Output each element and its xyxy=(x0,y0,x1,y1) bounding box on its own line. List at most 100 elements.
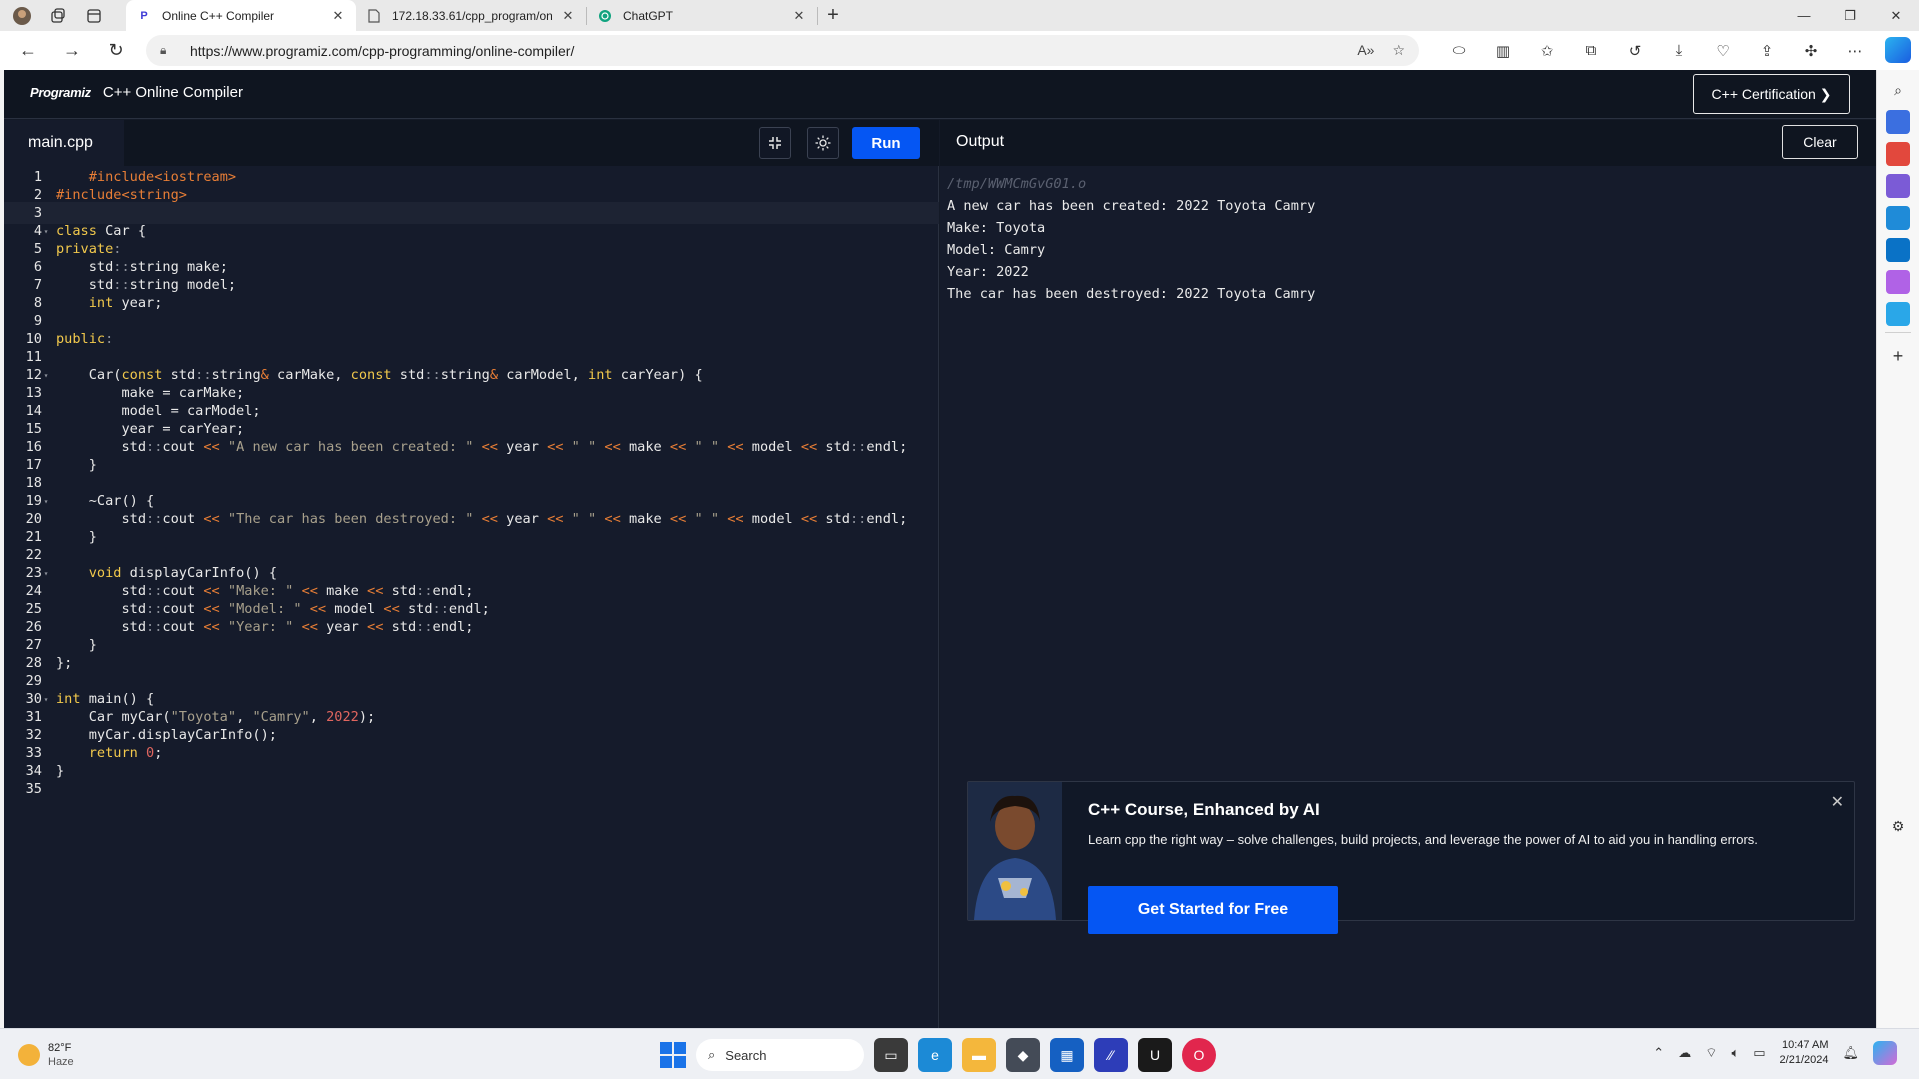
address-bar[interactable]: 🔒︎ https://www.programiz.com/cpp-program… xyxy=(146,35,1419,66)
output-console[interactable]: /tmp/WWMCmGvG01.o A new car has been cre… xyxy=(947,173,1315,305)
run-button[interactable]: Run xyxy=(852,127,920,159)
code-text[interactable]: ~Car() { xyxy=(50,493,154,509)
edge-browser-icon[interactable]: e xyxy=(918,1038,952,1072)
code-text[interactable]: std::cout << "Make: " << make << std::en… xyxy=(50,583,473,599)
code-text[interactable]: int main() { xyxy=(50,691,154,707)
sidebar-settings-gear-icon[interactable]: ⚙ xyxy=(1886,814,1910,838)
sidebar-search-icon[interactable]: ⌕ xyxy=(1886,78,1910,102)
copilot-icon[interactable] xyxy=(1885,37,1911,63)
extensions-puzzle-icon[interactable]: ✣ xyxy=(1789,33,1833,69)
code-text[interactable]: std::cout << "Model: " << model << std::… xyxy=(50,601,489,617)
wifi-icon[interactable]: ⌔ xyxy=(1705,1045,1717,1061)
code-text[interactable]: model = carModel; xyxy=(50,403,260,419)
copilot-taskbar-icon[interactable] xyxy=(1873,1041,1897,1065)
code-text[interactable]: std::cout << "A new car has been created… xyxy=(50,439,907,455)
sidebar-games-icon[interactable] xyxy=(1886,174,1910,198)
app-u-icon[interactable]: U xyxy=(1138,1038,1172,1072)
code-text[interactable]: } xyxy=(50,763,64,779)
visual-studio-icon[interactable]: ⁄⁄ xyxy=(1094,1038,1128,1072)
forward-icon[interactable]: → xyxy=(50,33,94,69)
fold-toggle-icon[interactable]: ▾ xyxy=(42,569,50,578)
collections-icon[interactable]: ⧉ xyxy=(1569,33,1613,69)
refresh-icon[interactable]: ↻ xyxy=(94,33,138,69)
lock-icon[interactable]: 🔒︎ xyxy=(160,43,190,58)
code-text[interactable]: #include<iostream> xyxy=(50,169,236,185)
code-line[interactable]: 35 xyxy=(4,778,939,800)
sidebar-microsoft365-icon[interactable] xyxy=(1886,206,1910,230)
code-text[interactable]: public: xyxy=(50,331,113,347)
downloads-icon[interactable]: ⤓ xyxy=(1657,33,1701,69)
tab-chatgpt[interactable]: ChatGPT ✕ xyxy=(587,0,817,31)
fold-toggle-icon[interactable]: ▾ xyxy=(42,695,50,704)
weather-widget[interactable]: 82°F Haze xyxy=(18,1041,74,1069)
code-text[interactable]: class Car { xyxy=(50,223,146,239)
code-text[interactable]: myCar.displayCarInfo(); xyxy=(50,727,277,743)
browser-essentials-icon[interactable]: ♡ xyxy=(1701,33,1745,69)
sidebar-drop-icon[interactable] xyxy=(1886,302,1910,326)
battery-icon[interactable]: ▭ xyxy=(1753,1045,1765,1061)
sidebar-designer-icon[interactable] xyxy=(1886,270,1910,294)
fold-toggle-icon[interactable]: ▾ xyxy=(42,371,50,380)
notifications-bell-icon[interactable]: 🔔︎ xyxy=(1842,1045,1859,1061)
tray-overflow-chevron-icon[interactable]: ⌃ xyxy=(1653,1045,1664,1061)
history-icon[interactable]: ↺ xyxy=(1613,33,1657,69)
code-text[interactable]: } xyxy=(50,529,97,545)
code-text[interactable]: std::string make; xyxy=(50,259,228,275)
code-text[interactable]: Car myCar("Toyota", "Camry", 2022); xyxy=(50,709,376,725)
certification-button[interactable]: C++ Certification ❯ xyxy=(1693,74,1850,114)
tab-online-cpp-compiler[interactable]: P Online C++ Compiler ✕ xyxy=(126,0,356,31)
clear-button[interactable]: Clear xyxy=(1782,125,1858,159)
more-menu-icon[interactable]: ⋯ xyxy=(1833,33,1877,69)
share-icon[interactable]: ⇪ xyxy=(1745,33,1789,69)
opera-browser-icon[interactable]: O xyxy=(1182,1038,1216,1072)
code-text[interactable]: int year; xyxy=(50,295,163,311)
address-url[interactable]: https://www.programiz.com/cpp-programmin… xyxy=(190,43,574,59)
split-screen-icon[interactable]: ▥ xyxy=(1481,33,1525,69)
tab-cpp-program[interactable]: 172.18.33.61/cpp_program/onlin ✕ xyxy=(356,0,586,31)
file-tab-main-cpp[interactable]: main.cpp xyxy=(4,120,124,166)
windows-start-icon[interactable] xyxy=(660,1042,686,1068)
code-text[interactable]: std::cout << "Year: " << year << std::en… xyxy=(50,619,473,635)
back-icon[interactable]: ← xyxy=(6,33,50,69)
taskbar-search[interactable]: ⌕ Search xyxy=(696,1039,864,1071)
minimize-icon[interactable]: — xyxy=(1781,0,1827,31)
code-text[interactable]: year = carYear; xyxy=(50,421,244,437)
code-text[interactable]: std::string model; xyxy=(50,277,236,293)
sidebar-tools-icon[interactable] xyxy=(1886,142,1910,166)
extension-icon[interactable]: ⬭ xyxy=(1437,33,1481,69)
sidebar-shopping-icon[interactable] xyxy=(1886,110,1910,134)
code-text[interactable]: #include<string> xyxy=(50,187,187,203)
new-tab-icon[interactable]: + xyxy=(818,4,848,27)
close-tab-icon[interactable]: ✕ xyxy=(330,8,346,24)
code-text[interactable]: private: xyxy=(50,241,121,257)
favorites-icon[interactable]: ✩ xyxy=(1525,33,1569,69)
site-logo[interactable]: Programiz C++ Online Compiler xyxy=(30,84,243,101)
workspaces-icon[interactable] xyxy=(46,4,70,28)
file-explorer-icon[interactable]: ▬ xyxy=(962,1038,996,1072)
code-text[interactable]: } xyxy=(50,637,97,653)
fold-toggle-icon[interactable]: ▾ xyxy=(42,227,50,236)
theme-toggle-sun-icon[interactable] xyxy=(807,127,839,159)
code-text[interactable]: make = carMake; xyxy=(50,385,244,401)
sidebar-outlook-icon[interactable] xyxy=(1886,238,1910,262)
code-editor[interactable]: 1 #include<iostream> 2 #include<string> 3 4 ▾… xyxy=(4,166,939,1028)
app-cube-icon[interactable]: ◆ xyxy=(1006,1038,1040,1072)
code-text[interactable]: } xyxy=(50,457,97,473)
sidebar-add-icon[interactable]: + xyxy=(1886,344,1910,368)
microsoft-store-icon[interactable]: ▦ xyxy=(1050,1038,1084,1072)
tab-actions-icon[interactable] xyxy=(82,4,106,28)
code-text[interactable]: }; xyxy=(50,655,72,671)
code-text[interactable]: return 0; xyxy=(50,745,163,761)
profile-avatar-icon[interactable] xyxy=(10,4,34,28)
restore-icon[interactable]: ❐ xyxy=(1827,0,1873,31)
code-text[interactable]: void displayCarInfo() { xyxy=(50,565,277,581)
code-text[interactable]: Car(const std::string& carMake, const st… xyxy=(50,367,703,383)
close-tab-icon[interactable]: ✕ xyxy=(560,8,576,24)
fullscreen-icon[interactable] xyxy=(759,127,791,159)
fold-toggle-icon[interactable]: ▾ xyxy=(42,497,50,506)
favorite-star-icon[interactable]: ☆ xyxy=(1392,42,1405,59)
code-text[interactable]: std::cout << "The car has been destroyed… xyxy=(50,511,907,527)
taskview-icon[interactable]: ▭ xyxy=(874,1038,908,1072)
read-aloud-icon[interactable]: A» xyxy=(1357,42,1374,59)
close-window-icon[interactable]: ✕ xyxy=(1873,0,1919,31)
